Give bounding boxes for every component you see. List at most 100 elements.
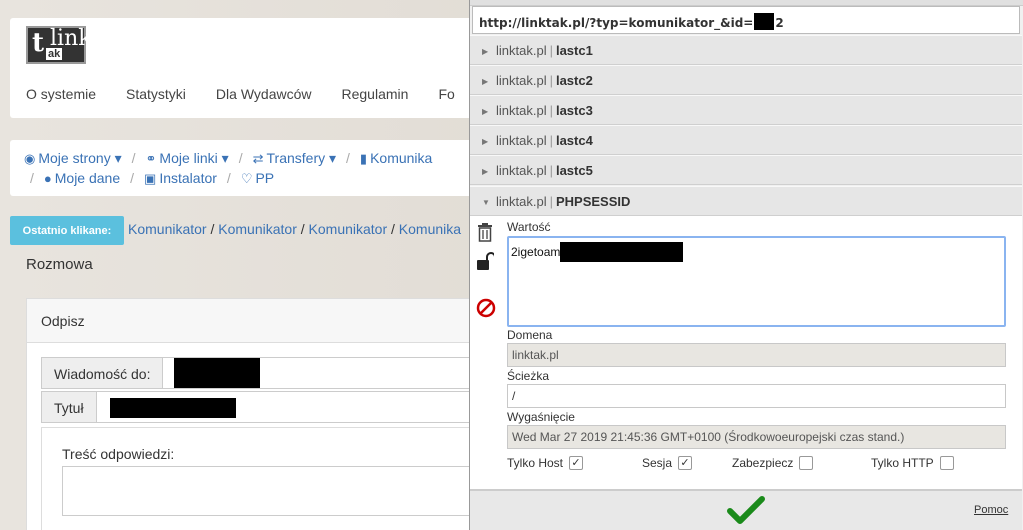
separator: / (387, 221, 399, 237)
recipient-field[interactable]: Wiadomość do: (41, 357, 471, 389)
menu-label: PP (255, 170, 275, 186)
block-icon[interactable] (476, 298, 496, 318)
separator: / (30, 170, 34, 186)
body-textarea[interactable] (62, 466, 472, 516)
menu-transfery[interactable]: ⇄ Transfery ▾ (253, 150, 336, 167)
cookie-row-lastc5[interactable]: ▶ linktak.pl | lastc5 (470, 155, 1022, 185)
unlock-icon[interactable] (476, 252, 494, 272)
transfer-icon: ⇄ (252, 151, 264, 166)
expand-arrow-icon: ▶ (482, 167, 489, 176)
cookie-editor: Wartość 2igetoam Domena linktak.pl Ścież… (470, 216, 1022, 490)
cookie-flags: Tylko Host ✓ Sesja ✓ Zabezpiecz Tylko HT… (507, 456, 1007, 476)
body-label: Treść odpowiedzi: (62, 446, 175, 462)
host-only-label: Tylko Host (507, 456, 564, 470)
cookie-domain: linktak.pl (496, 194, 547, 209)
expiry-field[interactable]: Wed Mar 27 2019 21:45:36 GMT+0100 (Środk… (507, 425, 1006, 449)
body-section: Treść odpowiedzi: (41, 427, 472, 530)
user-icon: ● (43, 171, 52, 186)
value-textarea[interactable]: 2igetoam (507, 236, 1006, 327)
separator: / (346, 150, 350, 166)
cookie-row-lastc3[interactable]: ▶ linktak.pl | lastc3 (470, 95, 1022, 125)
nav-item-o-systemie[interactable]: O systemie (26, 86, 96, 102)
panel-title: Odpisz (27, 299, 485, 343)
secure-label: Zabezpiecz (732, 456, 794, 470)
menu-label: Moje linki (159, 150, 218, 166)
cookie-domain: linktak.pl (496, 163, 547, 178)
menu-komunikator[interactable]: ▮ Komunika (360, 150, 432, 167)
title-label: Tytuł (42, 392, 97, 422)
separator: / (226, 170, 231, 186)
secure-option[interactable]: Zabezpiecz (732, 456, 814, 470)
expand-arrow-icon: ▶ (482, 47, 489, 56)
separator: / (130, 170, 135, 186)
help-link[interactable]: Pomoc (974, 504, 1008, 516)
expiry-label: Wygaśnięcie (507, 410, 575, 424)
http-only-label: Tylko HTTP (871, 456, 934, 470)
cookie-name: lastc4 (555, 133, 593, 148)
nav-item-forum[interactable]: Fo (438, 86, 454, 102)
separator: / (131, 150, 136, 166)
expand-arrow-icon: ▶ (482, 77, 489, 86)
menu-moje-linki[interactable]: ⚭ Moje linki ▾ (146, 150, 229, 167)
cookie-row-lastc2[interactable]: ▶ linktak.pl | lastc2 (470, 65, 1022, 95)
cookie-name: lastc3 (555, 103, 593, 118)
recent-link[interactable]: Komunikator (309, 221, 388, 237)
separator: | (549, 194, 553, 209)
host-only-option[interactable]: Tylko Host ✓ (507, 456, 584, 470)
heart-icon: ♡ (240, 171, 253, 186)
url-field[interactable]: http://linktak.pl/?typ=komunikator_&id= 2 (472, 6, 1020, 34)
logo-sub: ak (46, 48, 63, 60)
redacted-block (560, 242, 684, 262)
http-only-option[interactable]: Tylko HTTP (871, 456, 954, 470)
recent-link[interactable]: Komunikator (218, 221, 297, 237)
session-option[interactable]: Sesja ✓ (642, 456, 693, 470)
nav-item-dla-wydawcow[interactable]: Dla Wydawców (216, 86, 312, 102)
trash-icon[interactable] (476, 222, 494, 242)
domain-field[interactable]: linktak.pl (507, 343, 1006, 367)
separator: / (296, 221, 309, 237)
cookie-row-lastc1[interactable]: ▶ linktak.pl | lastc1 (470, 35, 1022, 65)
separator: | (549, 133, 553, 148)
separator: / (206, 221, 219, 237)
menu-label: Instalator (159, 170, 217, 186)
menu-instalator[interactable]: ▣ Instalator (144, 170, 217, 187)
cookie-row-phpsessid[interactable]: ▼ linktak.pl | PHPSESSID (470, 186, 1022, 216)
url-text: http://linktak.pl/?typ=komunikator_&id= (479, 16, 754, 30)
separator: / (238, 150, 243, 166)
title-field[interactable]: Tytuł (41, 391, 471, 423)
cookie-row-lastc4[interactable]: ▶ linktak.pl | lastc4 (470, 125, 1022, 155)
popup-footer: Pomoc (470, 490, 1022, 530)
menu-moje-strony[interactable]: ◉ Moje strony ▾ (24, 150, 122, 167)
redacted-block (754, 13, 775, 30)
url-text-suffix: 2 (775, 16, 784, 30)
nav-item-regulamin[interactable]: Regulamin (342, 86, 409, 102)
value-text: 2igetoam (511, 245, 561, 259)
cookie-name: PHPSESSID (555, 194, 631, 209)
chat-icon: ▮ (359, 151, 368, 166)
recent-links: Komunikator / Komunikator / Komunikator … (128, 221, 461, 237)
menu-moje-dane[interactable]: ● Moje dane (44, 170, 120, 187)
logo-letter: t (32, 28, 45, 58)
link-icon: ⚭ (145, 151, 157, 166)
cookie-name: lastc1 (555, 43, 593, 58)
nav-item-statystyki[interactable]: Statystyki (126, 86, 186, 102)
reply-panel: Odpisz Wiadomość do: Tytuł Treść odpowie… (26, 298, 486, 530)
secure-checkbox[interactable] (799, 456, 814, 470)
cookie-domain: linktak.pl (496, 103, 547, 118)
path-field[interactable]: / (507, 384, 1006, 408)
menu-pp[interactable]: ♡ PP (241, 170, 274, 187)
cookie-editor-popup: http://linktak.pl/?typ=komunikator_&id= 2… (469, 0, 1023, 530)
redacted-block (174, 358, 260, 388)
expand-arrow-icon: ▶ (482, 137, 489, 146)
recent-link[interactable]: Komunikator (128, 221, 207, 237)
site-logo[interactable]: t link ak (26, 26, 92, 64)
host-only-checkbox[interactable]: ✓ (569, 456, 584, 470)
session-checkbox[interactable]: ✓ (678, 456, 693, 470)
checkmark-icon[interactable] (726, 495, 766, 527)
menu-label: Moje dane (54, 170, 121, 186)
value-label: Wartość (507, 220, 551, 234)
collapse-arrow-icon: ▼ (482, 198, 490, 207)
recent-link[interactable]: Komunika (399, 221, 461, 237)
cookie-domain: linktak.pl (496, 43, 547, 58)
http-only-checkbox[interactable] (939, 456, 954, 470)
